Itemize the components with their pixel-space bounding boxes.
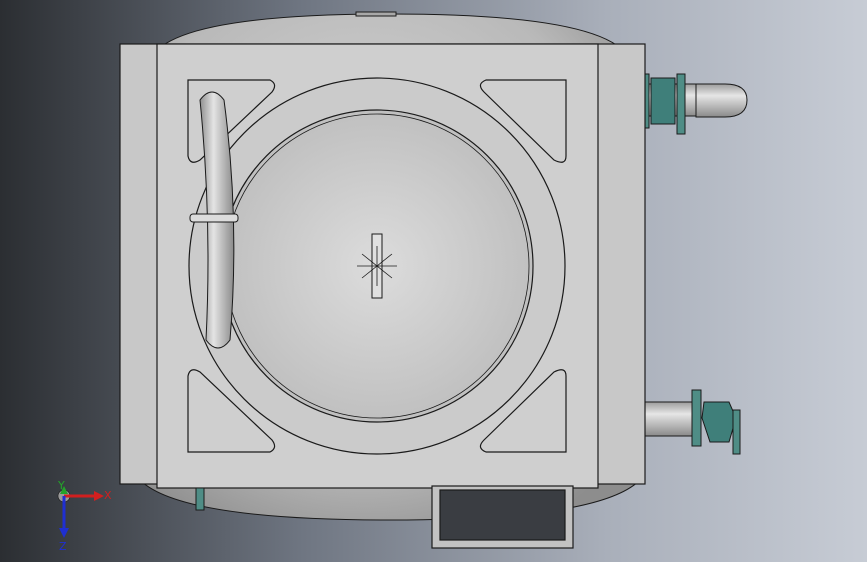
x-axis-label: X [104, 489, 112, 502]
z-axis-label: Z [59, 540, 67, 553]
drain-fitting[interactable] [195, 487, 205, 511]
y-axis-label: Y [57, 479, 65, 492]
cad-graphics-viewport[interactable]: X Y Z [0, 0, 867, 562]
bottom-bracket[interactable] [431, 485, 574, 549]
pipe-clamp [189, 213, 239, 223]
top-nozzle [355, 11, 397, 17]
